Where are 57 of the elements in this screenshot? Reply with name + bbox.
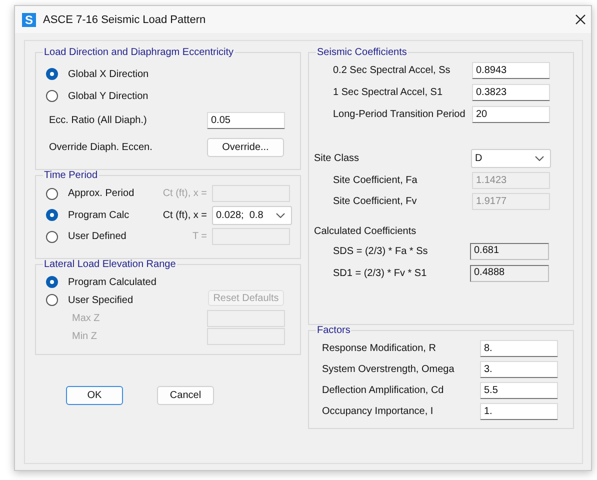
group-title: Factors bbox=[316, 325, 352, 336]
group-title: Lateral Load Elevation Range bbox=[43, 259, 177, 270]
field-label: Deflection Amplification, Cd bbox=[322, 385, 445, 396]
field-label: T = bbox=[191, 231, 208, 242]
group-title: Seismic Coefficients bbox=[316, 47, 408, 58]
input-field[interactable] bbox=[212, 185, 290, 202]
radio-button[interactable] bbox=[46, 209, 58, 222]
chevron-icon bbox=[535, 156, 544, 161]
dropdown[interactable]: D bbox=[471, 148, 551, 168]
radio-button[interactable] bbox=[46, 90, 58, 102]
field-label: SDS = (2/3) * Fa * Ss bbox=[332, 246, 429, 258]
field-label: Occupancy Importance, I bbox=[322, 406, 434, 417]
input-field[interactable]: 20 bbox=[472, 106, 550, 123]
radio-button[interactable] bbox=[46, 68, 58, 80]
field-label: Response Modification, R bbox=[322, 343, 437, 354]
input-field[interactable]: 0.8943 bbox=[472, 62, 550, 80]
input-field[interactable] bbox=[212, 228, 290, 246]
input-field[interactable]: 8. bbox=[480, 340, 558, 357]
field-label: 0.2 Sec Spectral Accel, Ss bbox=[332, 65, 452, 76]
field-label: Ct (ft), x = bbox=[162, 188, 208, 200]
value-display: 0.681 bbox=[470, 243, 549, 260]
radio-label[interactable]: Global Y Direction bbox=[68, 90, 148, 102]
field-label: Ct (ft), x = bbox=[162, 210, 208, 221]
value-display: 0.4888 bbox=[470, 264, 549, 282]
group-title: Time Period bbox=[43, 170, 99, 181]
field-label: System Overstrength, Omega bbox=[322, 364, 456, 375]
field-label: Long-Period Transition Period bbox=[332, 108, 466, 120]
radio-button[interactable] bbox=[46, 276, 58, 288]
dropdown[interactable]: 0.028; 0.8 bbox=[212, 206, 292, 225]
app-icon: S bbox=[22, 12, 36, 26]
radio-label[interactable]: Program Calc bbox=[68, 210, 154, 221]
cancel-button[interactable]: Cancel bbox=[157, 386, 214, 404]
input-field[interactable]: 5.5 bbox=[480, 382, 558, 399]
field-label: Override Diaph. Eccen. bbox=[49, 142, 154, 152]
section-heading: Calculated Coefficients bbox=[313, 224, 418, 239]
field-label: SD1 = (2/3) * Fv * S1 bbox=[332, 268, 428, 279]
field-label: 1 Sec Spectral Accel, S1 bbox=[332, 87, 444, 98]
radio-button[interactable] bbox=[46, 294, 58, 306]
field-label: Min Z bbox=[72, 330, 98, 342]
field-label: Site Coefficient, Fv bbox=[332, 196, 418, 208]
field-label: Site Class bbox=[314, 152, 360, 164]
chevron-icon bbox=[276, 212, 285, 218]
field-label: Ecc. Ratio (All Diaph.) bbox=[49, 114, 148, 126]
input-field[interactable]: 0.3823 bbox=[472, 84, 550, 102]
ok-button[interactable]: OK bbox=[66, 386, 123, 404]
close-icon[interactable] bbox=[575, 14, 586, 25]
window-title: ASCE 7-16 Seismic Load Pattern bbox=[43, 14, 206, 26]
radio-label[interactable]: Global X Direction bbox=[68, 68, 149, 80]
input-field[interactable]: 3. bbox=[480, 361, 558, 378]
radio-label[interactable]: User Specified bbox=[68, 294, 208, 306]
field-label: Max Z bbox=[72, 312, 101, 324]
input-field[interactable]: 1. bbox=[480, 403, 558, 420]
input-field[interactable]: 0.05 bbox=[207, 112, 285, 128]
group-title: Load Direction and Diaphragm Eccentricity bbox=[43, 47, 235, 58]
override-button[interactable]: Override... bbox=[207, 138, 284, 156]
radio-label[interactable]: Program Calculated bbox=[68, 276, 208, 288]
field-label: Site Coefficient, Fa bbox=[332, 174, 418, 186]
